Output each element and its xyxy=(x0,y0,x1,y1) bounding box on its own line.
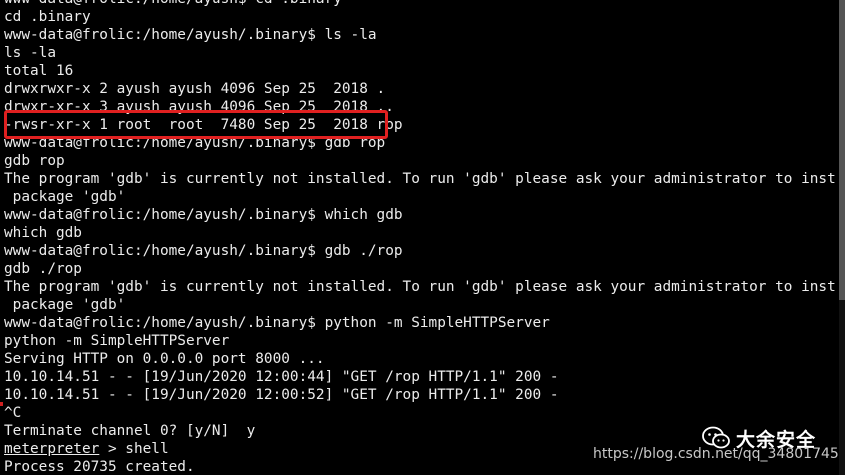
terminal-line: gdb ./rop xyxy=(4,261,82,277)
terminal-line: The program 'gdb' is currently not insta… xyxy=(4,171,835,187)
scrollbar-thumb[interactable] xyxy=(839,0,845,300)
terminal-line: drwxrwxr-x 2 ayush ayush 4096 Sep 25 201… xyxy=(4,81,386,97)
terminal-line: gdb rop xyxy=(4,153,65,169)
terminal-output: www-data@frolic:/home/ayush$ cd .binary … xyxy=(4,0,835,475)
terminal-line: Serving HTTP on 0.0.0.0 port 8000 ... xyxy=(4,351,325,367)
terminal-line: package 'gdb' xyxy=(4,189,126,205)
terminal-line: www-data@frolic:/home/ayush/.binary$ ls … xyxy=(4,27,377,43)
meterpreter-command: > shell xyxy=(99,441,169,457)
terminal-line: cd .binary xyxy=(4,9,91,25)
terminal-line: python -m SimpleHTTPServer xyxy=(4,333,230,349)
terminal-line: 10.10.14.51 - - [19/Jun/2020 12:00:52] "… xyxy=(4,387,559,403)
terminal-line: www-data@frolic:/home/ayush/.binary$ gdb… xyxy=(4,243,403,259)
watermark-url: https://blog.csdn.net/qq_34801745 xyxy=(593,446,839,462)
scrollbar[interactable] xyxy=(839,0,845,475)
terminal-line: ^C xyxy=(4,405,22,421)
terminal-line: ls -la xyxy=(4,45,56,61)
terminal-line: www-data@frolic:/home/ayush/.binary$ pyt… xyxy=(4,315,550,331)
terminal-line: www-data@frolic:/home/ayush/.binary$ gdb… xyxy=(4,135,386,151)
terminal-line: drwxr-xr-x 3 ayush ayush 4096 Sep 25 201… xyxy=(4,99,394,115)
terminal-line: 10.10.14.51 - - [19/Jun/2020 12:00:44] "… xyxy=(4,369,559,385)
terminal-line: package 'gdb' xyxy=(4,297,126,313)
scroll-marker xyxy=(0,402,3,406)
meterpreter-prompt: meterpreter xyxy=(4,441,100,457)
terminal-window[interactable]: www-data@frolic:/home/ayush$ cd .binary … xyxy=(0,0,845,475)
terminal-line: www-data@frolic:/home/ayush$ cd .binary xyxy=(4,0,835,8)
terminal-line: The program 'gdb' is currently not insta… xyxy=(4,279,835,295)
terminal-line: www-data@frolic:/home/ayush/.binary$ whi… xyxy=(4,207,403,223)
terminal-line: which gdb xyxy=(4,225,82,241)
terminal-line: total 16 xyxy=(4,63,74,79)
terminal-line-highlighted: -rwsr-xr-x 1 root root 7480 Sep 25 2018 … xyxy=(4,117,403,133)
